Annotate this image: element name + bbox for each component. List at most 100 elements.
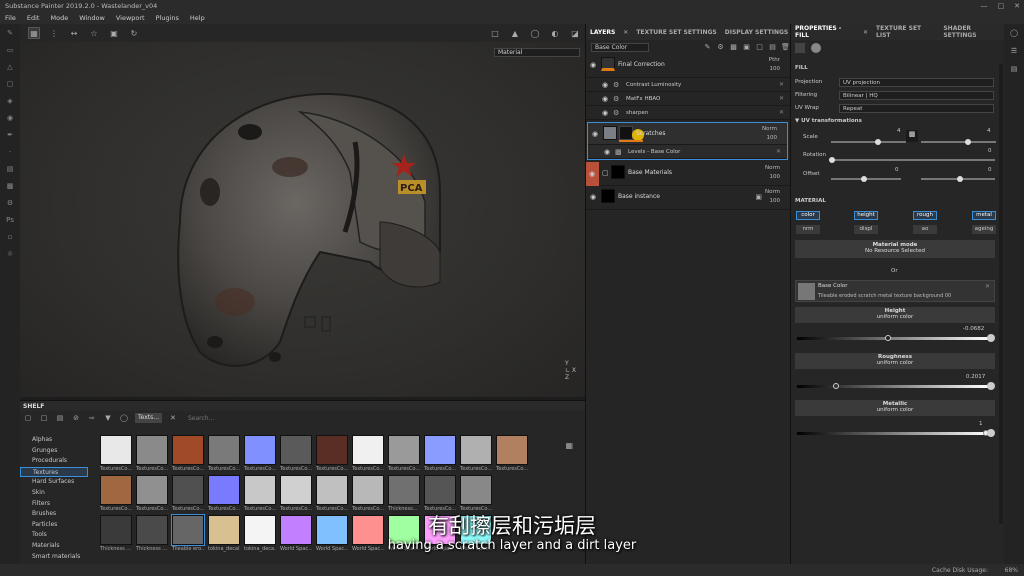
- shelf-thumbnail[interactable]: TexturesCo...: [136, 475, 168, 513]
- shelf-thumbnail[interactable]: TexturesCo...: [208, 475, 240, 513]
- layer-blend-mode[interactable]: Pthr: [769, 57, 780, 63]
- channel-select[interactable]: Base Color: [591, 42, 649, 52]
- channel-displ-toggle[interactable]: displ: [854, 225, 878, 234]
- add-folder-icon[interactable]: ▤: [768, 43, 777, 52]
- layer-blend-mode[interactable]: Norm: [762, 126, 777, 132]
- slider-knob[interactable]: [885, 335, 891, 341]
- offset-value[interactable]: 0: [895, 167, 899, 173]
- effect-row[interactable]: ◉ ▩ Levels - Base Color ✕: [588, 145, 787, 159]
- layer-row[interactable]: ◉ Final Correction Pthr 100: [586, 54, 790, 78]
- eye-icon[interactable]: ◉: [602, 95, 608, 103]
- filtering-select[interactable]: Bilinear | HQ: [839, 91, 994, 100]
- cube-icon[interactable]: ▲: [509, 27, 521, 39]
- layer-blend-mode[interactable]: Norm: [765, 189, 780, 195]
- menu-mode[interactable]: Mode: [50, 14, 68, 22]
- shelf-thumbnail[interactable]: TexturesCo...: [424, 435, 456, 473]
- add-layer-icon[interactable]: □: [755, 43, 764, 52]
- offset-slider[interactable]: [831, 176, 901, 182]
- screenshot-icon[interactable]: ◪: [569, 27, 581, 39]
- eye-icon[interactable]: ◉: [604, 148, 610, 156]
- refresh-icon[interactable]: ◯: [119, 413, 129, 423]
- eye-icon[interactable]: ◉: [592, 130, 598, 138]
- channel-ao-toggle[interactable]: ao: [913, 225, 937, 234]
- shelf-thumbnail[interactable]: TexturesCo...: [244, 475, 276, 513]
- slider-knob[interactable]: [833, 383, 839, 389]
- shelf-category-item[interactable]: Grunges: [20, 446, 88, 457]
- material-mode-button[interactable]: Material mode No Resource Selected: [795, 240, 995, 258]
- save-icon[interactable]: ▤: [55, 413, 65, 423]
- tab-layers[interactable]: LAYERS: [590, 29, 615, 36]
- channel-metal-toggle[interactable]: metal: [972, 211, 996, 220]
- tab-properties-fill[interactable]: PROPERTIES - FILL: [795, 25, 855, 39]
- shelf-thumbnail[interactable]: TexturesCo...: [496, 435, 528, 473]
- viewport-mode-select[interactable]: Material: [494, 48, 580, 57]
- slider-knob[interactable]: [861, 176, 867, 182]
- shelf-thumbnail[interactable]: TexturesCo...: [208, 435, 240, 473]
- offset-slider-2[interactable]: [921, 176, 995, 182]
- settings-icon[interactable]: ⚙: [0, 194, 20, 211]
- shelf-category-item[interactable]: Textures: [20, 466, 88, 478]
- shelf-thumbnail[interactable]: TexturesCo...: [172, 475, 204, 513]
- eye-icon[interactable]: ◉: [602, 109, 608, 117]
- metallic-slot[interactable]: Metallic uniform color: [795, 400, 995, 416]
- mask-thumbnail[interactable]: [619, 126, 633, 140]
- paint-brush-icon[interactable]: ✎: [0, 24, 20, 41]
- remove-icon[interactable]: ✕: [779, 95, 784, 102]
- new-folder-icon[interactable]: □: [39, 413, 49, 423]
- delete-icon[interactable]: 🗑: [781, 43, 790, 52]
- maximize-icon[interactable]: □: [998, 2, 1005, 10]
- document-icon[interactable]: ▫: [0, 228, 20, 245]
- height-slot[interactable]: Height uniform color: [795, 307, 995, 323]
- shelf-thumbnail[interactable]: TexturesCo...: [460, 435, 492, 473]
- bake-icon[interactable]: ▩: [0, 177, 20, 194]
- assets-icon[interactable]: ▤: [0, 160, 20, 177]
- offset-value-2[interactable]: 0: [988, 167, 992, 173]
- shelf-thumbnail[interactable]: Thickness...: [388, 475, 420, 513]
- section-uv-transformations[interactable]: ▼ UV transformations: [795, 118, 862, 124]
- effect-row[interactable]: ◉ ⚙ MatFx HBAO ✕: [586, 92, 790, 106]
- height-slider[interactable]: [797, 335, 989, 341]
- color-picker-icon[interactable]: [987, 334, 995, 342]
- color-picker-icon[interactable]: [987, 382, 995, 390]
- eye-icon[interactable]: ◉: [590, 193, 596, 201]
- rotation-value[interactable]: 0: [988, 148, 992, 154]
- tab-texture-set-settings[interactable]: TEXTURE SET SETTINGS: [636, 29, 716, 36]
- person-icon[interactable]: ☆: [88, 27, 100, 39]
- menu-edit[interactable]: Edit: [27, 14, 40, 22]
- layer-opacity[interactable]: 100: [770, 174, 781, 180]
- lock-icon[interactable]: ▩: [906, 130, 918, 142]
- light-icon[interactable]: ◐: [549, 27, 561, 39]
- menu-file[interactable]: File: [5, 14, 16, 22]
- metallic-value[interactable]: 1: [979, 421, 983, 427]
- tab-shader-settings[interactable]: SHADER SETTINGS: [943, 25, 1004, 39]
- shelf-search-input[interactable]: Search...: [188, 415, 214, 422]
- remove-icon[interactable]: ✕: [985, 283, 990, 290]
- layer-row[interactable]: ◉ ▢ Base Materials Norm 100: [586, 162, 790, 186]
- hide-icon[interactable]: ⊘: [71, 413, 81, 423]
- slider-knob[interactable]: [957, 176, 963, 182]
- folder-icon[interactable]: ▢: [23, 413, 33, 423]
- layer-blend-mode[interactable]: Norm: [765, 165, 780, 171]
- eye-icon[interactable]: ◉: [586, 162, 599, 186]
- shelf-thumbnail[interactable]: TexturesCo...: [352, 475, 384, 513]
- close-icon[interactable]: ✕: [1014, 2, 1020, 10]
- camera-view-icon[interactable]: ◯: [529, 27, 541, 39]
- projection-select[interactable]: UV projection: [839, 78, 994, 87]
- layer-opacity[interactable]: 100: [770, 66, 781, 72]
- roughness-value[interactable]: 0.2017: [966, 374, 985, 380]
- brush-icon[interactable]: ✎: [703, 43, 712, 52]
- clone-icon[interactable]: ◉: [0, 109, 20, 126]
- layer-row-scratches[interactable]: ◉ Scratches Norm 100: [588, 123, 787, 145]
- fill-settings-icon[interactable]: [795, 43, 805, 53]
- effect-row[interactable]: ◉ ⚙ Contrast Luminosity ✕: [586, 78, 790, 92]
- effect-row[interactable]: ◉ ⚙ sharpen ✕: [586, 106, 790, 120]
- shelf-filter-tab[interactable]: Texts...: [135, 413, 162, 423]
- shelf-thumbnail[interactable]: TexturesCo...: [316, 475, 348, 513]
- camera-icon[interactable]: ◯: [1004, 24, 1024, 42]
- symmetry-icon[interactable]: ↔: [68, 27, 80, 39]
- grid-view-icon[interactable]: ▦: [565, 441, 573, 450]
- import-icon[interactable]: ⇨: [87, 413, 97, 423]
- plugin-icon[interactable]: ☼: [0, 245, 20, 262]
- shelf-thumbnail[interactable]: TexturesCo...: [172, 435, 204, 473]
- shelf-thumbnail[interactable]: TexturesCo...: [136, 435, 168, 473]
